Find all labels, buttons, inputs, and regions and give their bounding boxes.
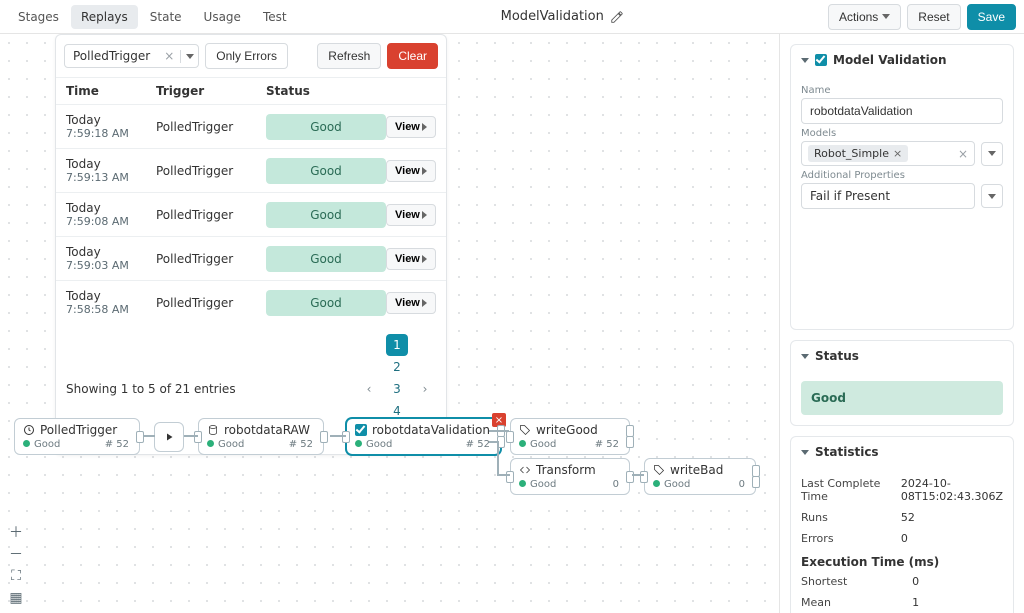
table-row: Today7:59:13 AMPolledTriggerGoodView <box>56 148 446 192</box>
view-button[interactable]: View <box>386 116 436 138</box>
status-badge: Good <box>266 290 386 316</box>
table-row: Today7:59:08 AMPolledTriggerGoodView <box>56 192 446 236</box>
tab-replays[interactable]: Replays <box>71 5 138 29</box>
col-trigger: Trigger <box>156 84 266 98</box>
tab-state[interactable]: State <box>140 5 192 29</box>
zoom-in-button[interactable]: ＋ <box>6 523 26 541</box>
models-label: Models <box>801 128 1003 139</box>
stat-last: 2024-10-08T15:02:43.306Z <box>901 473 1003 507</box>
table-row: Today7:59:18 AMPolledTriggerGoodView <box>56 104 446 148</box>
addprops-label: Additional Properties <box>801 170 1003 181</box>
stat-mean: 1 <box>912 592 1003 613</box>
addprops-dropdown[interactable] <box>981 184 1003 208</box>
chevron-down-icon <box>801 354 809 359</box>
node-play[interactable] <box>154 422 184 452</box>
view-button[interactable]: View <box>386 248 436 270</box>
tab-test[interactable]: Test <box>253 5 297 29</box>
trigger-filter[interactable]: PolledTrigger × <box>64 44 199 68</box>
exec-title: Execution Time (ms) <box>801 549 1003 571</box>
table-row: Today7:58:58 AMPolledTriggerGoodView <box>56 280 446 324</box>
chevron-down-icon <box>882 14 890 19</box>
code-icon <box>519 464 531 476</box>
models-select[interactable]: Robot_Simple× × <box>801 141 975 166</box>
node-robotdataraw[interactable]: robotdataRAW Good# 52 <box>198 418 324 455</box>
section-status[interactable]: Status <box>791 341 1013 371</box>
name-label: Name <box>801 85 1003 96</box>
node-polledtrigger[interactable]: PolledTrigger Good# 52 <box>14 418 140 455</box>
refresh-button[interactable]: Refresh <box>317 43 381 69</box>
zoom-out-button[interactable]: － <box>6 545 26 563</box>
right-panel: Model Validation Name Models Robot_Simpl… <box>779 34 1024 613</box>
clock-icon <box>23 424 35 436</box>
only-errors-button[interactable]: Only Errors <box>205 43 288 69</box>
node-writebad[interactable]: writeBad Good0 <box>644 458 756 495</box>
tab-usage[interactable]: Usage <box>194 5 251 29</box>
clear-models-icon[interactable]: × <box>958 147 968 161</box>
chevron-down-icon <box>801 58 809 63</box>
table-row: Today7:59:03 AMPolledTriggerGoodView <box>56 236 446 280</box>
tag-icon <box>653 464 665 476</box>
database-icon <box>207 424 219 436</box>
edit-icon[interactable] <box>610 10 624 24</box>
view-button[interactable]: View <box>386 204 436 226</box>
tag-icon <box>519 424 531 436</box>
view-button[interactable]: View <box>386 160 436 182</box>
status-badge: Good <box>266 246 386 272</box>
pager-showing: Showing 1 to 5 of 21 entries <box>66 382 236 396</box>
page-2[interactable]: 2 <box>386 356 408 378</box>
node-transform[interactable]: Transform Good0 <box>510 458 630 495</box>
checkbox-icon <box>815 54 827 66</box>
filter-dropdown[interactable] <box>180 50 198 63</box>
reset-button[interactable]: Reset <box>907 4 960 30</box>
section-modelvalidation[interactable]: Model Validation <box>791 45 1013 75</box>
view-button[interactable]: View <box>386 292 436 314</box>
save-button[interactable]: Save <box>967 4 1016 30</box>
chevron-down-icon <box>801 450 809 455</box>
node-robotdatavalidation[interactable]: × robotdataValidation Good# 52 <box>346 418 501 455</box>
clear-filter-icon[interactable]: × <box>158 49 180 63</box>
tag-remove-icon[interactable]: × <box>893 147 902 160</box>
stat-runs: 52 <box>901 507 1003 528</box>
status-badge: Good <box>266 114 386 140</box>
stat-shortest: 0 <box>912 571 1003 592</box>
status-value: Good <box>801 381 1003 415</box>
models-dropdown[interactable] <box>981 142 1003 166</box>
top-tabs: Stages Replays State Usage Test <box>8 5 297 29</box>
col-time: Time <box>66 84 156 98</box>
stat-errors: 0 <box>901 528 1003 549</box>
section-statistics[interactable]: Statistics <box>791 437 1013 467</box>
grid-button[interactable]: ▦ <box>6 589 26 607</box>
node-writegood[interactable]: writeGood Good# 52 <box>510 418 630 455</box>
replays-panel: PolledTrigger × Only Errors Refresh Clea… <box>55 34 447 455</box>
addprops-select[interactable]: Fail if Present <box>801 183 975 209</box>
fullscreen-button[interactable]: ⛶ <box>6 567 26 585</box>
status-badge: Good <box>266 158 386 184</box>
col-status: Status <box>266 84 386 98</box>
actions-button[interactable]: Actions <box>828 4 901 30</box>
pager-prev[interactable]: ‹ <box>358 378 380 400</box>
checkbox-icon <box>355 424 367 436</box>
page-3[interactable]: 3 <box>386 378 408 400</box>
play-icon <box>163 431 175 443</box>
pager-next[interactable]: › <box>414 378 436 400</box>
tab-stages[interactable]: Stages <box>8 5 69 29</box>
status-badge: Good <box>266 202 386 228</box>
name-input[interactable] <box>801 98 1003 124</box>
page-1[interactable]: 1 <box>386 334 408 356</box>
clear-button[interactable]: Clear <box>387 43 438 69</box>
page-title: ModelValidation <box>501 9 604 24</box>
